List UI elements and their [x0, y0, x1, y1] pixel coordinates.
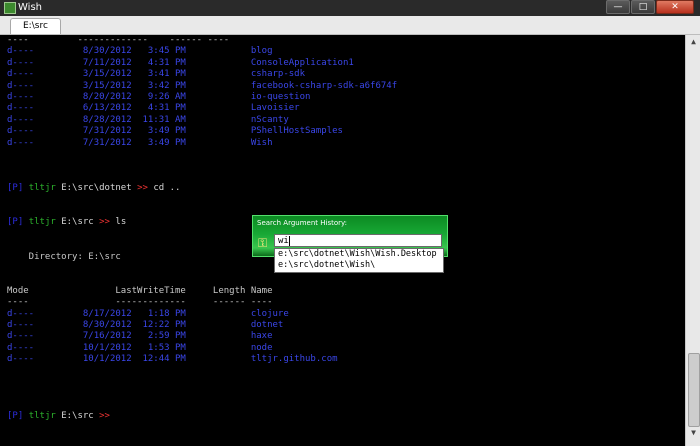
console-text-cmd: cd ..	[153, 183, 181, 194]
console-text-cmd: ls	[115, 217, 127, 228]
console-text-header: Mode LastWriteTime Length Name	[7, 285, 273, 296]
console-text-header: ---- ------------- ------ ----	[7, 297, 273, 308]
console-text-dir: d---- 10/1/2012 12:44 PM tltjr.github.co…	[7, 354, 338, 365]
tab-bar: E:\src	[0, 16, 700, 35]
console-text-dir: d---- 8/30/2012 12:22 PM dotnet	[7, 320, 284, 330]
console-line: d---- 7/31/2012 3:49 PM Wish	[7, 138, 273, 149]
console-line: d---- 8/20/2012 9:26 AM io-question	[7, 92, 310, 103]
suggestion-item[interactable]: e:\src\dotnet\Wish\Wish.Desktop	[275, 249, 443, 260]
console-line: d---- 6/13/2012 4:31 PM Lavoisier	[7, 103, 300, 114]
console-text-user: tltjr	[28, 183, 62, 194]
console-line: [P] tltjr E:\src >>	[7, 411, 115, 422]
console-line: [P] tltjr E:\src >> ls	[7, 217, 126, 228]
console-line: [P] tltjr E:\src\dotnet >> cd ..	[7, 183, 180, 194]
console-text-arrow: >>	[99, 411, 116, 422]
console-text-dir: d---- 10/1/2012 1:53 PM node	[7, 342, 273, 353]
tab-src[interactable]: E:\src	[10, 18, 61, 34]
key-icon: ⚿	[258, 236, 268, 250]
app-icon	[4, 2, 16, 14]
console-line: d---- 7/31/2012 3:49 PM PShellHostSample…	[7, 126, 343, 137]
console-line: d---- 8/17/2012 1:18 PM clojure	[7, 309, 289, 320]
console-text-flag: [P]	[7, 183, 29, 194]
history-suggestions-list: e:\src\dotnet\Wish\Wish.Desktop e:\src\d…	[274, 248, 444, 273]
history-search-query: wi	[278, 236, 289, 246]
console-text-user: tltjr	[28, 217, 62, 228]
console-text-dir: d---- 6/13/2012 4:31 PM Lavoisier	[7, 103, 300, 114]
console-line: d---- 7/16/2012 2:59 PM haxe	[7, 331, 273, 342]
console-line: d---- 8/28/2012 11:31 AM nScanty	[7, 115, 289, 126]
console-text-user: tltjr	[28, 411, 62, 422]
console-text-arrow: >>	[137, 183, 154, 194]
console-line: d---- 10/1/2012 1:53 PM node	[7, 343, 273, 354]
console-line: d---- 3/15/2012 3:42 PM facebook-csharp-…	[7, 81, 397, 92]
console-text-dir: d---- 8/17/2012 1:18 PM clojure	[7, 308, 289, 319]
scrollbar-thumb[interactable]	[688, 353, 700, 427]
suggestion-item[interactable]: e:\src\dotnet\Wish\	[275, 260, 443, 271]
console-text-flag: [P]	[7, 411, 29, 422]
console-text-header: Directory: E:\src	[7, 251, 121, 262]
window-controls: — □ ✕	[606, 0, 694, 14]
console-text-dir: d---- 3/15/2012 3:41 PM csharp-sdk	[7, 69, 306, 80]
close-button[interactable]: ✕	[656, 0, 694, 14]
popup-title: Search Argument History:	[257, 219, 347, 227]
console-line: ---- ------------- ------ ----	[7, 297, 273, 308]
scroll-up-arrow-icon[interactable]: ▲	[686, 35, 700, 49]
console-line: d---- 8/30/2012 3:45 PM blog	[7, 46, 273, 57]
console-text-path: E:\src	[61, 217, 100, 228]
console-text-dir: d---- 7/31/2012 3:49 PM PShellHostSample…	[7, 126, 343, 137]
text-cursor	[288, 235, 290, 246]
scroll-down-arrow-icon[interactable]: ▼	[686, 426, 700, 440]
console-text-dir: d---- 8/30/2012 3:45 PM blog	[7, 46, 273, 57]
window-title: Wish	[18, 2, 42, 13]
console-text-dir: d---- 7/16/2012 2:59 PM haxe	[7, 331, 273, 342]
console-text-dir: d---- 8/28/2012 11:31 AM nScanty	[7, 114, 289, 125]
vertical-scrollbar[interactable]: ▲ ▼	[685, 35, 700, 446]
console-line: Mode LastWriteTime Length Name	[7, 286, 273, 297]
console-line: Directory: E:\src	[7, 252, 121, 263]
console-line: d---- 7/11/2012 4:31 PM ConsoleApplicati…	[7, 58, 354, 69]
maximize-button[interactable]: □	[631, 0, 655, 14]
minimize-button[interactable]: —	[606, 0, 630, 14]
console-text-path: E:\src	[61, 411, 100, 422]
window-titlebar: Wish — □ ✕	[0, 0, 700, 16]
console-line: d---- 10/1/2012 12:44 PM tltjr.github.co…	[7, 354, 338, 365]
console-line: ---- ------------- ------ ----	[7, 35, 229, 46]
console-text-dir: d---- 7/11/2012 4:31 PM ConsoleApplicati…	[7, 57, 354, 68]
console-line: d---- 3/15/2012 3:41 PM csharp-sdk	[7, 69, 305, 80]
console-text-dir: d---- 7/31/2012 3:49 PM Wish	[7, 137, 273, 148]
console-text-dir: d---- 3/15/2012 3:42 PM facebook-csharp-…	[7, 80, 398, 91]
console-text-path: E:\src\dotnet	[61, 183, 138, 194]
console-line: d---- 8/30/2012 12:22 PM dotnet	[7, 320, 283, 331]
console-text-flag: [P]	[7, 217, 29, 228]
console-text-dir: d---- 8/20/2012 9:26 AM io-question	[7, 92, 311, 102]
history-search-input[interactable]: wi	[274, 234, 442, 247]
console-text-arrow: >>	[99, 217, 116, 228]
console-text-header: ---- ------------- ------ ----	[7, 35, 230, 45]
